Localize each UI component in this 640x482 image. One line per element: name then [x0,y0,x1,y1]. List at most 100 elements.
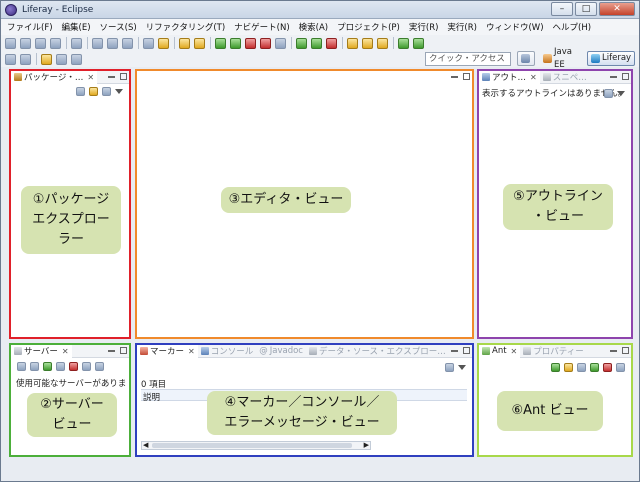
menu-file[interactable]: ファイル(F) [7,21,53,33]
link-with-editor-icon[interactable] [89,87,98,96]
column-description[interactable]: 説明 [143,391,160,403]
maximize-view-icon[interactable] [622,347,629,354]
menu-run-1[interactable]: 実行(R) [409,21,439,33]
external-tools-icon[interactable] [326,37,337,49]
scroll-left-icon[interactable]: ◀ [143,441,148,449]
maximize-button[interactable]: □ [575,2,597,16]
menu-refactor[interactable]: リファクタリング(T) [146,21,226,33]
minimize-view-icon[interactable] [108,76,115,78]
remove-all-icon[interactable] [616,363,625,372]
perspective-liferay[interactable]: Liferay [587,51,635,66]
wrench-icon[interactable] [194,37,205,49]
debug-icon[interactable] [296,37,307,49]
back-arrow-icon[interactable] [56,53,67,65]
add-buildfile-icon[interactable] [551,363,560,372]
maximize-view-icon[interactable] [622,73,629,80]
publish-icon[interactable] [82,362,91,371]
tab-package-explorer[interactable]: パッケージ・… ✕ [11,70,98,84]
view-menu-icon[interactable] [458,365,466,370]
focus-icon[interactable] [445,363,454,372]
minimize-view-icon[interactable] [451,76,458,78]
tab-outline[interactable]: アウト… ✕ [479,70,540,84]
sync-icon[interactable] [413,37,424,49]
print-icon[interactable] [50,37,61,49]
tab-snippets[interactable]: スニペ… [540,71,590,84]
hide-targets-icon[interactable] [577,363,586,372]
profile-server-icon[interactable] [56,362,65,371]
tab-properties[interactable]: プロパティー [520,345,587,358]
debug-server-icon[interactable] [215,37,226,49]
clean-icon[interactable] [95,362,104,371]
minimize-view-icon[interactable] [610,350,617,352]
maximize-view-icon[interactable] [463,347,470,354]
maximize-view-icon[interactable] [120,73,127,80]
new-service-icon[interactable] [107,37,118,49]
new-icon[interactable] [5,37,16,49]
maximize-view-icon[interactable] [120,347,127,354]
scroll-right-icon[interactable]: ▶ [364,441,369,449]
stop-server-icon[interactable] [69,362,78,371]
close-tab-icon[interactable]: ✕ [87,73,94,82]
tool-icon[interactable] [179,37,190,49]
stop-icon[interactable] [260,37,271,49]
horizontal-scrollbar[interactable]: ◀ ▶ [141,441,371,450]
minimize-view-icon[interactable] [451,350,458,352]
menu-help[interactable]: ヘルプ(H) [553,21,592,33]
open-folder-icon[interactable] [347,37,358,49]
annotation-prev-icon[interactable] [20,53,31,65]
minimize-view-icon[interactable] [108,350,115,352]
tab-data-source-explorer[interactable]: データ・ソース・エクスプロー… [306,345,449,358]
start-server-icon[interactable] [230,37,241,49]
close-tab-icon[interactable]: ✕ [188,347,195,356]
tab-servers[interactable]: サーバー ✕ [11,344,72,358]
scroll-thumb[interactable] [152,443,352,448]
menu-source[interactable]: ソース(S) [100,21,137,33]
new-layout-icon[interactable] [122,37,133,49]
close-tab-icon[interactable]: ✕ [530,73,537,82]
collapse-all-icon[interactable] [17,362,26,371]
last-edit-icon[interactable] [41,53,52,65]
tab-ant[interactable]: Ant ✕ [479,344,521,358]
menu-run-2[interactable]: 実行(R) [447,21,477,33]
tab-markers[interactable]: マーカー ✕ [137,344,198,358]
menu-project[interactable]: プロジェクト(P) [337,21,400,33]
save-all-icon[interactable] [35,37,46,49]
menu-edit[interactable]: 編集(E) [62,21,91,33]
collapse-all-icon[interactable] [76,87,85,96]
view-menu-icon[interactable] [617,91,625,96]
menu-search[interactable]: 検索(A) [299,21,328,33]
menu-navigate[interactable]: ナビゲート(N) [234,21,290,33]
minimize-view-icon[interactable] [610,76,617,78]
annotation-next-icon[interactable] [5,53,16,65]
close-tab-icon[interactable]: ✕ [62,347,69,356]
focus-icon[interactable] [604,89,613,98]
start-server-icon[interactable] [43,362,52,371]
forward-arrow-icon[interactable] [71,53,82,65]
open-perspective-button[interactable] [517,51,535,66]
tab-console[interactable]: コンソール [198,345,257,358]
debug-server-icon[interactable] [30,362,39,371]
deploy-icon[interactable] [158,37,169,49]
tab-javadoc[interactable]: @ Javadoc [256,345,306,358]
menu-window[interactable]: ウィンドウ(W) [486,21,544,33]
perspective-java-ee[interactable]: Java EE [539,47,585,70]
remove-icon[interactable] [603,363,612,372]
run-target-icon[interactable] [590,363,599,372]
maximize-view-icon[interactable] [463,73,470,80]
globe-icon[interactable] [398,37,409,49]
open-type-icon[interactable] [362,37,373,49]
save-icon[interactable] [20,37,31,49]
close-tab-icon[interactable]: ✕ [511,347,518,356]
search-icon[interactable] [377,37,388,49]
run-icon[interactable] [311,37,322,49]
view-menu-icon[interactable] [115,89,123,94]
quick-access-input[interactable]: クイック・アクセス [425,52,511,66]
build-icon[interactable] [143,37,154,49]
new-portlet-icon[interactable] [92,37,103,49]
server-icon[interactable] [71,37,82,49]
stop-server-icon[interactable] [245,37,256,49]
minimize-button[interactable]: – [551,2,573,16]
focus-icon[interactable] [102,87,111,96]
publish-icon[interactable] [275,37,286,49]
close-button[interactable]: ✕ [599,2,635,16]
